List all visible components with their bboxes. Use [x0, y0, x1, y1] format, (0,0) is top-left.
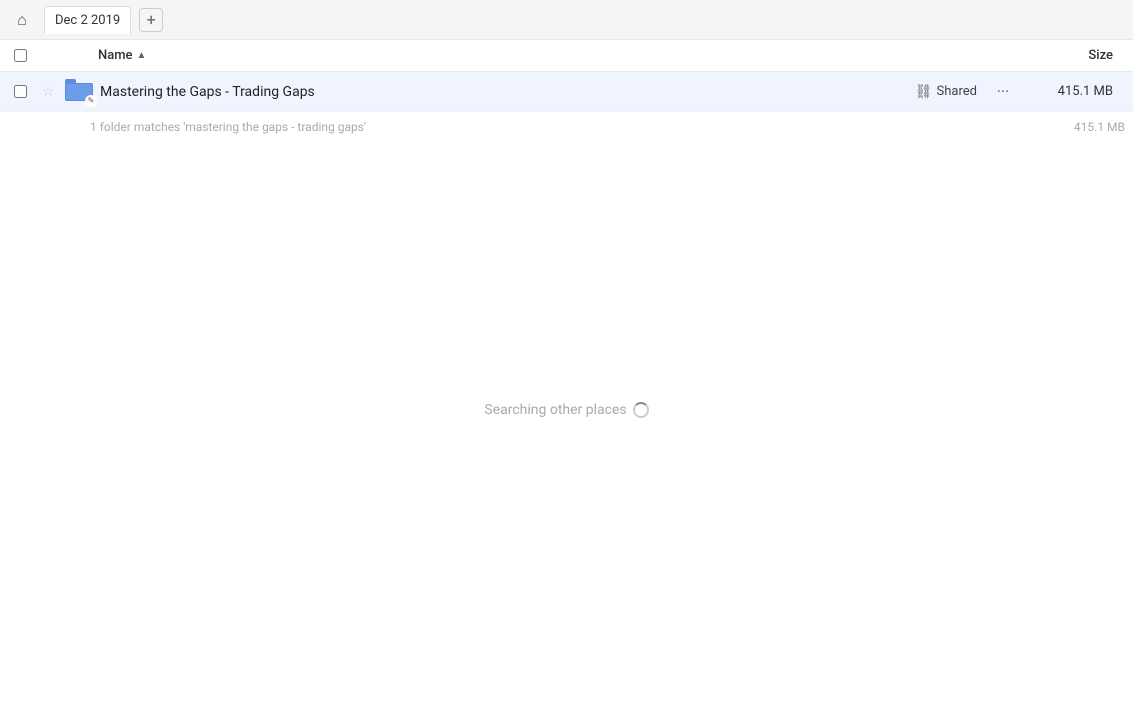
add-tab-button[interactable]: +	[139, 8, 163, 32]
breadcrumb-tab[interactable]: Dec 2 2019	[44, 6, 131, 34]
sort-arrow-icon: ▲	[137, 50, 147, 61]
more-icon: ···	[997, 82, 1010, 101]
file-row[interactable]: ☆ ✎ Mastering the Gaps - Trading Gaps ⛓ …	[0, 72, 1133, 112]
breadcrumb-label: Dec 2 2019	[55, 13, 120, 28]
home-button[interactable]: ⌂	[8, 6, 36, 34]
row-file-size: 415.1 MB	[1025, 84, 1125, 99]
row-checkbox-wrapper[interactable]	[8, 85, 32, 98]
folder-with-pencil: ✎	[65, 79, 93, 105]
link-icon: ⛓	[915, 84, 933, 100]
match-info-text: 1 folder matches 'mastering the gaps - t…	[90, 120, 366, 134]
match-info-size: 415.1 MB	[1074, 120, 1125, 134]
star-icon: ☆	[42, 84, 55, 100]
name-column-header[interactable]: Name ▲	[98, 48, 1025, 63]
column-headers: Name ▲ Size	[0, 40, 1133, 72]
row-more-button[interactable]: ···	[989, 78, 1017, 106]
row-checkbox[interactable]	[14, 85, 27, 98]
select-all-checkbox[interactable]	[14, 49, 27, 62]
add-tab-icon: +	[147, 10, 156, 29]
name-column-label: Name	[98, 48, 133, 63]
searching-section: Searching other places	[0, 402, 1133, 418]
searching-text: Searching other places	[484, 402, 626, 418]
row-shared-badge: ⛓ Shared	[915, 84, 977, 100]
shared-label: Shared	[937, 84, 977, 99]
size-column-header[interactable]: Size	[1025, 48, 1125, 63]
top-bar: ⌂ Dec 2 2019 +	[0, 0, 1133, 40]
loading-spinner	[633, 402, 649, 418]
row-star-button[interactable]: ☆	[36, 84, 60, 100]
home-icon: ⌂	[17, 10, 27, 30]
match-info-row: 1 folder matches 'mastering the gaps - t…	[0, 112, 1133, 142]
row-folder-icon: ✎	[64, 79, 94, 105]
row-file-name: Mastering the Gaps - Trading Gaps	[100, 84, 915, 100]
select-all-checkbox-wrapper[interactable]	[8, 49, 32, 62]
pencil-badge-icon: ✎	[85, 95, 97, 107]
